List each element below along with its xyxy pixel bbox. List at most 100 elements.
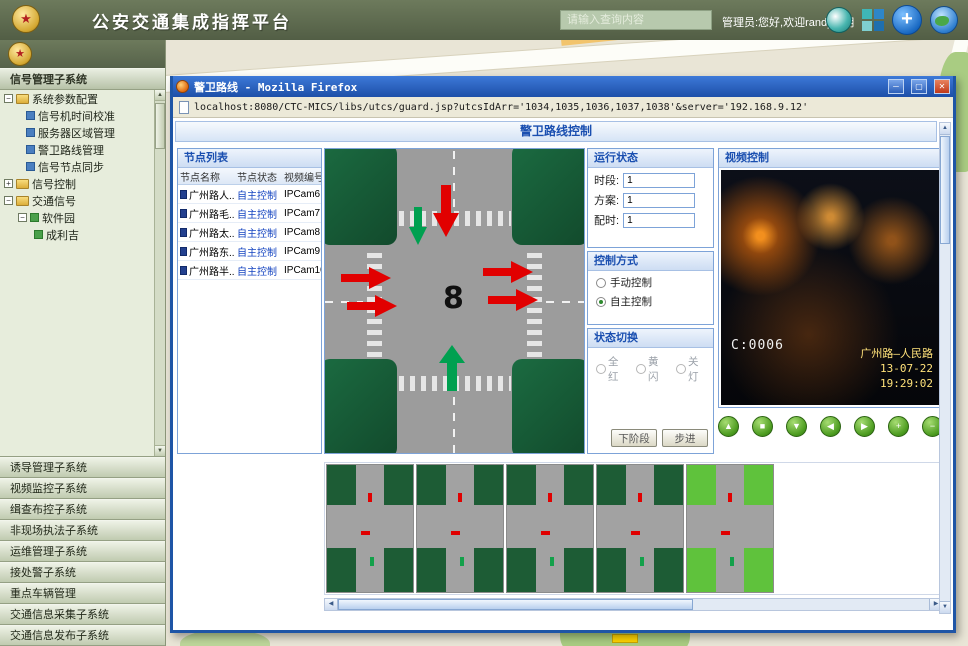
expand-toggle-icon[interactable]: + — [4, 179, 13, 188]
table-row[interactable]: 广州路太... 自主控制 IPCam8 — [178, 223, 321, 242]
tree-node-server-region[interactable]: 服务器区域管理 — [0, 124, 165, 141]
thumb-signal-mark — [730, 557, 734, 566]
table-row[interactable]: 广州路人... 自主控制 IPCam6 — [178, 185, 321, 204]
radio-button-icon[interactable] — [636, 364, 646, 374]
all-red-option[interactable]: 全红 — [596, 354, 627, 384]
tree-label: 信号控制 — [32, 176, 76, 192]
manual-control-option[interactable]: 手动控制 — [588, 271, 713, 290]
vertical-scrollbar[interactable]: ▲ ▼ — [939, 122, 951, 614]
add-button[interactable]: + — [892, 5, 922, 35]
table-row[interactable]: 广州路半... 自主控制 IPCam10 — [178, 261, 321, 280]
yellow-flash-option[interactable]: 黄闪 — [636, 354, 667, 384]
node-camera: IPCam6 — [282, 189, 321, 200]
plan-field[interactable] — [623, 193, 695, 208]
radio-button-icon[interactable] — [596, 364, 606, 374]
scrollbar-thumb[interactable] — [155, 103, 165, 149]
tree-node-signal-sync[interactable]: 信号节点同步 — [0, 158, 165, 175]
sidebar-item-offsite-enforcement[interactable]: 非现场执法子系统 — [0, 520, 165, 541]
run-status-title: 运行状态 — [588, 149, 713, 168]
node-list-panel: 节点列表 节点名称 节点状态 视频编号 广州路人... 自主控制 IPCam6 … — [177, 148, 322, 454]
globe-icon[interactable] — [826, 7, 852, 33]
minimize-button[interactable]: ─ — [888, 79, 904, 94]
pan-up-button[interactable]: ▲ — [718, 416, 739, 437]
pan-right-button[interactable]: ▶ — [854, 416, 875, 437]
phase-thumbnail-selected[interactable] — [686, 464, 774, 593]
tree-scrollbar[interactable]: ▲ ▼ — [154, 90, 165, 456]
earth-icon[interactable] — [930, 6, 958, 34]
pan-down-button[interactable]: ▼ — [786, 416, 807, 437]
timing-field[interactable] — [623, 213, 695, 228]
phase-thumbnail[interactable] — [326, 464, 414, 593]
scrollbar-thumb[interactable] — [940, 136, 950, 244]
scroll-up-arrow-icon[interactable]: ▲ — [155, 90, 165, 101]
period-field[interactable] — [623, 173, 695, 188]
node-status[interactable]: 自主控制 — [235, 263, 282, 278]
page-title: 警卫路线控制 — [175, 121, 937, 142]
tree-node-traffic-signal[interactable]: − 交通信号 — [0, 192, 165, 209]
thumb-corner — [687, 548, 716, 592]
stop-button[interactable]: ■ — [752, 416, 773, 437]
tree-node-guard-route[interactable]: 警卫路线管理 — [0, 141, 165, 158]
phase-thumbnail[interactable] — [596, 464, 684, 593]
scroll-up-arrow-icon[interactable]: ▲ — [940, 123, 950, 135]
collapse-toggle-icon[interactable]: − — [18, 213, 27, 222]
node-status[interactable]: 自主控制 — [235, 244, 282, 259]
auto-control-option[interactable]: 自主控制 — [588, 290, 713, 309]
scrollbar-track[interactable] — [693, 599, 929, 610]
node-status[interactable]: 自主控制 — [235, 225, 282, 240]
sidebar-item-video-surveillance[interactable]: 视频监控子系统 — [0, 478, 165, 499]
sidebar-item-key-vehicles[interactable]: 重点车辆管理 — [0, 583, 165, 604]
green-up-arrow-icon — [439, 345, 465, 391]
collapse-toggle-icon[interactable]: − — [4, 94, 13, 103]
tree-node-time-calibration[interactable]: 信号机时间校准 — [0, 107, 165, 124]
intersection-corner — [324, 148, 397, 245]
scroll-left-arrow-icon[interactable]: ◀ — [325, 599, 338, 610]
sidebar-item-interception[interactable]: 缉查布控子系统 — [0, 499, 165, 520]
table-row[interactable]: 广州路东... 自主控制 IPCam9 — [178, 242, 321, 261]
tree-node-software-park[interactable]: − 软件园 — [0, 209, 165, 226]
phase-thumbnail[interactable] — [506, 464, 594, 593]
lights-off-option[interactable]: 关灯 — [676, 354, 707, 384]
sidebar-item-signal-management[interactable]: 信号管理子系统 — [0, 68, 165, 90]
sidebar-item-traffic-collection[interactable]: 交通信息采集子系统 — [0, 604, 165, 625]
tree-leaf-icon — [34, 230, 43, 239]
sidebar-item-guidance[interactable]: 诱导管理子系统 — [0, 457, 165, 478]
scroll-down-arrow-icon[interactable]: ▼ — [940, 601, 950, 613]
phase-thumbnail[interactable] — [416, 464, 504, 593]
intersection-diagram: 8 — [324, 148, 585, 454]
tree-node-system-params[interactable]: − 系统参数配置 — [0, 90, 165, 107]
maximize-button[interactable]: ▢ — [911, 79, 927, 94]
tree-node-signal-control[interactable]: + 信号控制 — [0, 175, 165, 192]
sidebar-item-dispatch[interactable]: 接处警子系统 — [0, 562, 165, 583]
radio-button-icon[interactable] — [596, 297, 606, 307]
address-bar[interactable]: localhost:8080/CTC-MICS/libs/utcs/guard.… — [173, 97, 953, 118]
node-status[interactable]: 自主控制 — [235, 206, 282, 221]
signal-node-icon — [180, 190, 187, 199]
sidebar-item-traffic-publish[interactable]: 交通信息发布子系统 — [0, 625, 165, 646]
scroll-down-arrow-icon[interactable]: ▼ — [155, 445, 165, 456]
zoom-in-button[interactable]: + — [888, 416, 909, 437]
url-text[interactable]: localhost:8080/CTC-MICS/libs/utcs/guard.… — [194, 102, 808, 113]
step-button[interactable]: 步进 — [662, 429, 708, 447]
node-table: 节点名称 节点状态 视频编号 广州路人... 自主控制 IPCam6 广州路毛.… — [178, 168, 321, 280]
collapse-toggle-icon[interactable]: − — [4, 196, 13, 205]
radio-button-icon[interactable] — [676, 364, 686, 374]
table-row[interactable]: 广州路毛... 自主控制 IPCam7 — [178, 204, 321, 223]
horizontal-scrollbar[interactable]: ◀ ▶ — [324, 598, 943, 611]
thumb-signal-mark — [370, 557, 374, 566]
apps-grid-icon[interactable] — [862, 9, 884, 31]
red-right-arrow-icon — [341, 267, 391, 289]
search-input[interactable] — [560, 10, 712, 30]
pan-left-button[interactable]: ◀ — [820, 416, 841, 437]
next-stage-button[interactable]: 下阶段 — [611, 429, 657, 447]
option-label: 自主控制 — [610, 294, 652, 309]
thumb-signal-mark — [541, 531, 550, 535]
sidebar-item-operations[interactable]: 运维管理子系统 — [0, 541, 165, 562]
scrollbar-thumb[interactable] — [338, 599, 693, 610]
tree-node-chengliji[interactable]: 成利吉 — [0, 226, 165, 243]
node-status[interactable]: 自主控制 — [235, 187, 282, 202]
window-title-bar[interactable]: 警卫路线 - Mozilla Firefox ─ ▢ ✕ — [173, 76, 953, 97]
signal-node-icon — [180, 228, 187, 237]
close-button[interactable]: ✕ — [934, 79, 950, 94]
radio-button-icon[interactable] — [596, 278, 606, 288]
